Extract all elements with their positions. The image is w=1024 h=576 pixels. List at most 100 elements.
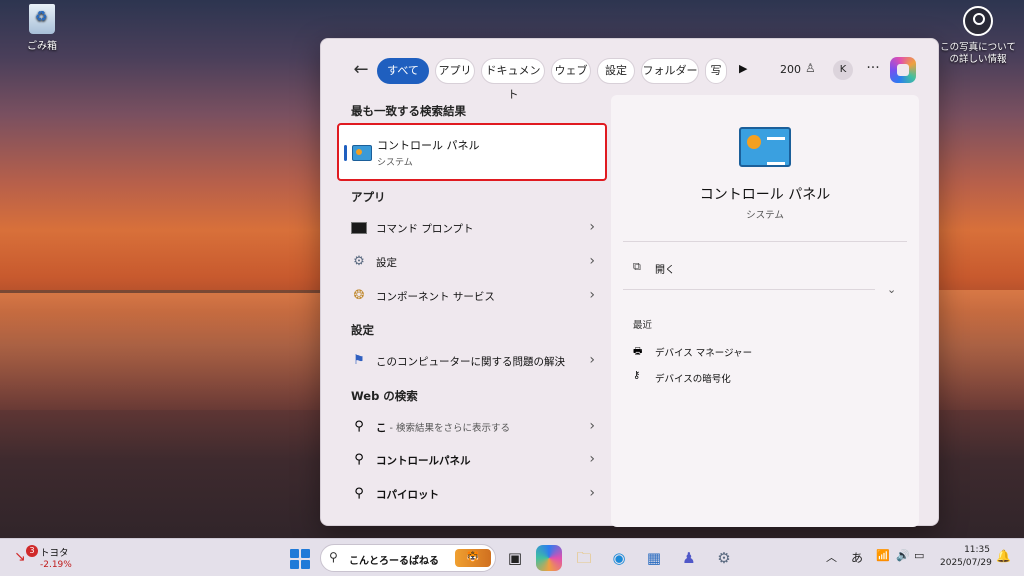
divider [623, 241, 907, 242]
windows-logo-pane [301, 560, 310, 569]
recent-heading: 最近 [633, 320, 653, 331]
wallpaper-horizon [0, 290, 330, 293]
recycle-bin-label: ごみ箱 [27, 41, 57, 52]
recent-item-device-encryption[interactable]: ⚷ デバイスの暗号化 [633, 369, 833, 387]
edge-browser-icon[interactable]: ◉ [606, 545, 632, 571]
scroll-filters-right-icon[interactable]: ▶ [739, 62, 753, 78]
teams-icon[interactable]: ♟ [676, 545, 702, 571]
app-result-label: コンポーネント サービス [376, 291, 495, 303]
expand-chevron-icon[interactable]: ⌄ [887, 283, 896, 296]
chevron-right-icon[interactable]: › [589, 451, 595, 467]
rewards-points[interactable]: 200 [780, 63, 801, 76]
open-external-icon: ⧉ [633, 260, 641, 273]
taskbar-search-text: こんとろーるぱねる [349, 556, 439, 567]
settings-heading: 設定 [351, 323, 374, 337]
component-services-icon: ❂ [353, 288, 365, 303]
settings-result-label: このコンピューターに関する問題の解決 [376, 356, 565, 368]
open-action[interactable]: ⧉ 開く [633, 259, 753, 279]
chevron-right-icon[interactable]: › [589, 418, 595, 434]
preview-subtitle: システム [746, 210, 784, 221]
copilot-icon[interactable] [890, 57, 916, 83]
settings-app-icon[interactable]: ⚙ [711, 545, 737, 571]
wifi-icon[interactable]: 📶 [876, 549, 890, 562]
recent-item-label: デバイス マネージャー [655, 348, 753, 359]
start-search-panel: ← すべて アプリ ドキュメント ウェブ 設定 フォルダー 写 ▶ 200 ♙ … [320, 38, 940, 527]
chevron-right-icon[interactable]: › [589, 253, 595, 269]
app-result-label: 設定 [376, 257, 397, 269]
chevron-right-icon[interactable]: › [589, 485, 595, 501]
app-result-command-prompt[interactable]: コマンド プロンプト › [343, 213, 595, 243]
stock-name: トヨタ [40, 548, 69, 559]
divider [623, 289, 875, 290]
stock-change: -2.19% [40, 560, 72, 570]
apps-heading: アプリ [351, 190, 386, 204]
filter-documents[interactable]: ドキュメント [481, 58, 545, 101]
stock-badge: 3 [26, 545, 38, 557]
web-result-label: こ - 検索結果をさらに表示する [376, 422, 510, 434]
settings-result-troubleshoot[interactable]: ⚑ このコンピューターに関する問題の解決 › [343, 346, 595, 376]
web-result-label: コントロールパネル [376, 455, 471, 467]
more-options-icon[interactable]: ··· [863, 60, 883, 80]
start-button[interactable] [286, 545, 312, 571]
recycle-bin-shortcut[interactable]: ごみ箱 [22, 4, 62, 52]
filter-all[interactable]: すべて [377, 58, 429, 84]
web-result-copilot[interactable]: ⚲ コパイロット › [343, 479, 595, 509]
file-explorer-icon[interactable]: 🗀 [571, 545, 597, 571]
stock-down-arrow-icon: ↘ [14, 549, 26, 565]
web-result-control-panel[interactable]: ⚲ コントロールパネル › [343, 445, 595, 475]
settings-gear-icon: ⚙ [353, 254, 365, 269]
app-result-component-services[interactable]: ❂ コンポーネント サービス › [343, 281, 595, 311]
device-encryption-icon: ⚷ [633, 370, 641, 381]
task-view-icon[interactable]: ▣ [502, 545, 528, 571]
account-avatar[interactable]: K [833, 60, 853, 80]
search-icon: ⚲ [354, 452, 364, 467]
app-result-settings[interactable]: ⚙ 設定 › [343, 247, 595, 277]
photo-info-icon [963, 6, 993, 36]
recent-item-label: デバイスの暗号化 [655, 374, 731, 385]
clock-time: 11:35 [964, 545, 990, 555]
search-icon: ⚲ [354, 486, 364, 501]
web-result-label: コパイロット [376, 489, 439, 501]
filter-web[interactable]: ウェブ [551, 58, 591, 84]
filter-apps[interactable]: アプリ [435, 58, 475, 84]
filter-settings[interactable]: 設定 [597, 58, 635, 84]
web-result-more[interactable]: ⚲ こ - 検索結果をさらに表示する › [343, 412, 595, 442]
best-match-result[interactable]: コントロール パネル システム [337, 123, 607, 181]
best-match-subtitle: システム [377, 158, 413, 168]
battery-icon[interactable]: ▭ [914, 549, 924, 562]
preview-title: コントロール パネル [699, 187, 831, 203]
photo-info-shortcut[interactable]: この写真についての詳しい情報 [936, 6, 1020, 66]
command-prompt-icon [351, 222, 367, 234]
best-match-title: コントロール パネル [377, 139, 480, 152]
search-icon: ⚲ [354, 419, 364, 434]
selection-indicator [344, 145, 347, 161]
result-preview-pane: コントロール パネル システム ⧉ 開く ⌄ 最近 🖶 デバイス マネージャー … [611, 95, 919, 527]
stock-widget[interactable]: ↘ 3 トヨタ -2.19% [14, 543, 84, 573]
taskbar-search-box[interactable]: ⚲ こんとろーるぱねる 🐯 [320, 544, 496, 572]
chevron-right-icon[interactable]: › [589, 219, 595, 235]
back-arrow-icon[interactable]: ← [349, 59, 373, 83]
windows-logo-pane [290, 560, 299, 569]
chevron-right-icon[interactable]: › [589, 287, 595, 303]
recent-item-device-manager[interactable]: 🖶 デバイス マネージャー [633, 343, 833, 361]
notification-bell-icon[interactable]: 🔔 [996, 549, 1011, 563]
filter-folders[interactable]: フォルダー [641, 58, 699, 84]
web-search-heading: Web の検索 [351, 389, 418, 403]
open-label: 開く [655, 265, 675, 276]
chevron-right-icon[interactable]: › [589, 352, 595, 368]
filter-bar: ← すべて アプリ ドキュメント ウェブ 設定 フォルダー 写 ▶ 200 ♙ … [321, 57, 940, 101]
recycle-bin-icon [29, 4, 55, 34]
photo-info-label: この写真についての詳しい情報 [940, 42, 1016, 65]
volume-icon[interactable]: 🔊 [896, 549, 910, 562]
filter-photos[interactable]: 写 [705, 58, 727, 84]
rewards-trophy-icon[interactable]: ♙ [805, 61, 819, 77]
troubleshoot-flag-icon: ⚑ [353, 353, 365, 368]
show-hidden-icons-icon[interactable]: ︿ [826, 549, 837, 565]
control-panel-icon [352, 145, 372, 161]
microsoft-store-icon[interactable]: ▦ [641, 545, 667, 571]
clock[interactable]: 11:35 2025/07/29 [940, 544, 992, 570]
device-manager-icon: 🖶 [633, 346, 643, 357]
ime-indicator[interactable]: あ [851, 549, 863, 566]
control-panel-large-icon [739, 127, 791, 167]
copilot-app-icon[interactable] [536, 545, 562, 571]
